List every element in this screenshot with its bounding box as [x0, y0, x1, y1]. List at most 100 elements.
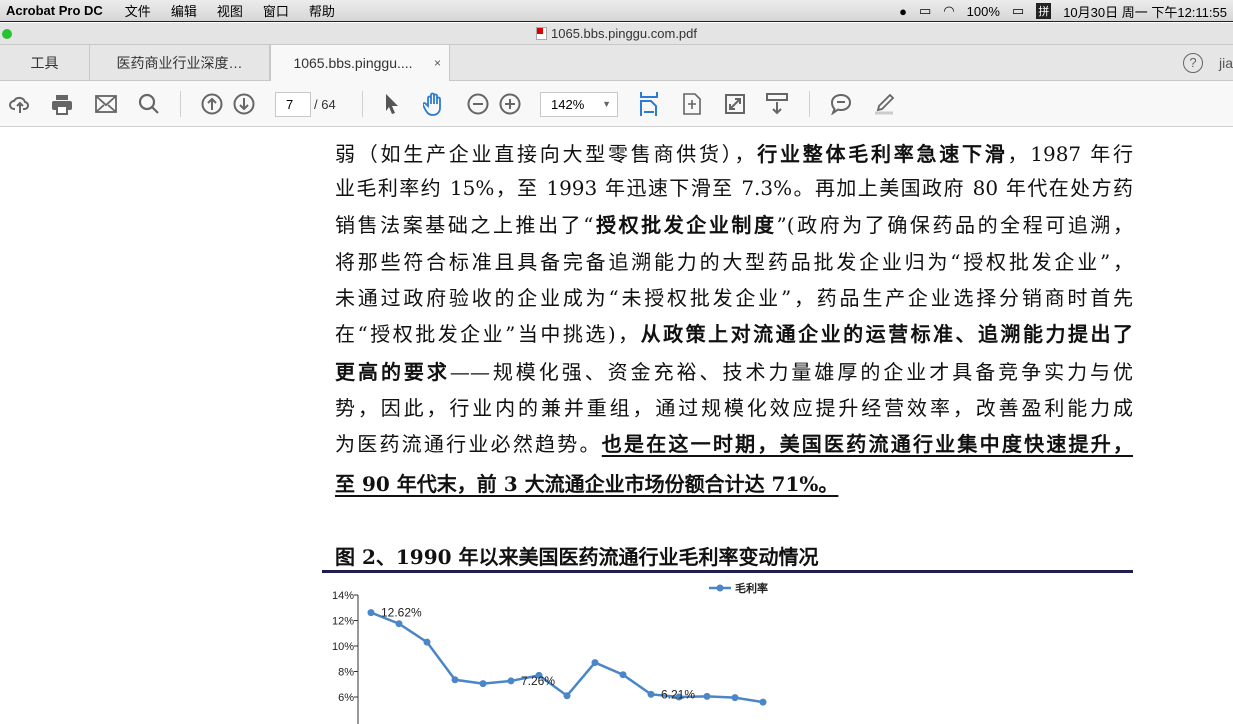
data-point — [367, 609, 375, 617]
menu-view[interactable]: 视图 — [207, 1, 253, 20]
bold-text: 行业整体毛利率急速下滑 — [757, 142, 1008, 166]
comment-icon[interactable] — [829, 92, 853, 116]
window-close-button[interactable] — [2, 29, 12, 39]
paragraph-line: 业毛利率约 15%，至 1993 年迅速下滑至 7.3%。再加上美国政府 80 … — [335, 173, 1133, 203]
tab-label: 1065.bbs.pinggu.... — [293, 55, 413, 71]
paragraph-line: 弱（如生产企业直接向大型零售商供货），行业整体毛利率急速下滑，1987 年行 — [335, 139, 1133, 169]
tab-bar: 工具 医药商业行业深度… 1065.bbs.pinggu.... × ? jia — [0, 45, 1233, 82]
text: ”(政府为了确保药品的全程可追溯， — [776, 213, 1134, 237]
data-point — [507, 677, 515, 685]
next-page-icon[interactable] — [232, 92, 256, 116]
search-icon[interactable] — [137, 92, 161, 116]
menu-file[interactable]: 文件 — [115, 1, 161, 20]
fit-page-icon[interactable] — [680, 92, 704, 116]
data-point — [451, 676, 459, 684]
paragraph-line: 在“授权批发企业”当中挑选)，从政策上对流通企业的运营标准、追溯能力提出了 — [335, 319, 1133, 349]
data-point — [395, 620, 403, 628]
select-cursor-icon[interactable] — [380, 92, 404, 116]
highlighter-icon[interactable] — [872, 92, 896, 116]
text: 为医药流通行业必然趋势。 — [335, 432, 602, 456]
menu-window[interactable]: 窗口 — [253, 1, 299, 20]
data-point — [563, 692, 571, 700]
fit-width-icon[interactable] — [637, 92, 661, 116]
zoom-out-icon[interactable] — [466, 92, 490, 116]
data-point — [591, 659, 599, 667]
paragraph-line: 将那些符合标准且具备完备追溯能力的大型药品批发企业归为“授权批发企业”， — [335, 247, 1133, 277]
text: 势，因此，行业内的兼并重组，通过规模化效应提升经营效率，改善盈利能力成 — [335, 396, 1133, 420]
text: 未通过政府验收的企业成为“未授权批发企业”，药品生产企业选择分销商时首先 — [335, 286, 1133, 310]
data-point — [759, 698, 767, 706]
app-menu[interactable]: Acrobat Pro DC — [0, 3, 115, 18]
figure-title: 图 2、1990 年以来美国医药流通行业毛利率变动情况 — [335, 545, 819, 569]
legend-label: 毛利率 — [735, 581, 768, 595]
zoom-in-icon[interactable] — [498, 92, 522, 116]
text: ，1987 年行 — [1007, 142, 1134, 166]
pdf-file-icon — [536, 27, 547, 40]
scroll-mode-icon[interactable] — [765, 92, 789, 116]
window-titlebar: 1065.bbs.pinggu.com.pdf — [0, 23, 1233, 45]
legend-marker — [716, 584, 724, 592]
data-label: 7.26% — [521, 674, 555, 688]
bold-text: 也是在这一时期，美国医药流通行业集中度快速提升， — [601, 432, 1134, 456]
chevron-down-icon: ▼ — [602, 99, 611, 109]
clock[interactable]: 10月30日 周一 下午12:11:55 — [1063, 2, 1227, 21]
y-tick-label: 12% — [332, 616, 354, 628]
text: 在“授权批发企业”当中挑选)， — [335, 322, 641, 346]
email-icon[interactable] — [94, 92, 118, 116]
y-tick-label: 6% — [338, 692, 354, 704]
bold-text: 更高的要求 — [335, 360, 450, 384]
previous-page-icon[interactable] — [200, 92, 224, 116]
paragraph-line: 销售法案基础之上推出了“授权批发企业制度”(政府为了确保药品的全程可追溯， — [335, 210, 1133, 240]
page-total: / 64 — [314, 97, 336, 112]
wifi-icon[interactable]: ◠ — [943, 3, 954, 19]
toolbar-divider — [362, 91, 363, 117]
battery-icon[interactable]: ▭ — [1012, 3, 1024, 19]
hand-tool-icon[interactable] — [422, 92, 446, 116]
toolbar-divider — [180, 91, 181, 117]
window-title: 1065.bbs.pinggu.com.pdf — [551, 26, 697, 41]
data-label: 6.21% — [661, 687, 695, 701]
menu-help[interactable]: 帮助 — [299, 1, 345, 20]
pdf-document-view[interactable]: 弱（如生产企业直接向大型零售商供货），行业整体毛利率急速下滑，1987 年行 业毛… — [0, 128, 1233, 724]
bold-text: 从政策上对流通企业的运营标准、追溯能力提出了 — [640, 322, 1134, 346]
print-icon[interactable] — [50, 92, 74, 116]
help-icon[interactable]: ? — [1183, 53, 1203, 73]
paragraph-line: 至 90 年代末，前 3 大流通企业市场份额合计达 71%。 — [335, 469, 1133, 499]
airplay-icon[interactable]: ▭ — [919, 3, 931, 19]
tab-document-1[interactable]: 医药商业行业深度… — [90, 45, 270, 81]
qq-icon[interactable]: ● — [899, 4, 907, 19]
data-point — [703, 692, 711, 700]
y-tick-label: 8% — [338, 667, 354, 679]
menu-edit[interactable]: 编辑 — [161, 1, 207, 20]
figure-title-rule — [322, 570, 1133, 573]
zoom-value: 142% — [551, 97, 585, 112]
data-point — [731, 694, 739, 702]
paragraph-line: 势，因此，行业内的兼并重组，通过规模化效应提升经营效率，改善盈利能力成 — [335, 393, 1133, 423]
text: 弱（如生产企业直接向大型零售商供货）， — [335, 142, 758, 166]
data-point — [479, 680, 487, 688]
bold-text: 授权批发企业制度 — [593, 213, 777, 237]
tab-tools[interactable]: 工具 — [0, 45, 90, 81]
y-tick-label: 14% — [332, 590, 354, 602]
paragraph-line: 未通过政府验收的企业成为“未授权批发企业”，药品生产企业选择分销商时首先 — [335, 283, 1133, 313]
bold-text: 至 90 年代末，前 3 大流通企业市场份额合计达 71%。 — [335, 472, 839, 496]
page-number-input[interactable]: 7 — [275, 92, 311, 117]
text: 将那些符合标准且具备完备追溯能力的大型药品批发企业归为“授权批发企业”， — [335, 250, 1133, 274]
data-point — [619, 671, 627, 679]
data-label: 12.62% — [381, 606, 422, 620]
zoom-level-select[interactable]: 142% ▼ — [540, 92, 618, 117]
full-screen-icon[interactable] — [723, 92, 747, 116]
user-account[interactable]: jia — [1219, 45, 1233, 81]
toolbar: 7 / 64 142% ▼ — [0, 81, 1233, 127]
data-point — [647, 690, 655, 698]
close-tab-icon[interactable]: × — [434, 45, 441, 81]
paragraph-line: 更高的要求——规模化强、资金充裕、技术力量雄厚的企业才具备竞争实力与优 — [335, 357, 1133, 387]
tab-document-2[interactable]: 1065.bbs.pinggu.... × — [270, 45, 450, 82]
paragraph-line: 为医药流通行业必然趋势。也是在这一时期，美国医药流通行业集中度快速提升， — [335, 429, 1133, 459]
y-tick-label: 10% — [332, 641, 354, 653]
toolbar-divider — [809, 91, 810, 117]
cloud-upload-icon[interactable] — [8, 92, 32, 116]
menu-bar: Acrobat Pro DC 文件 编辑 视图 窗口 帮助 ● ▭ ◠ 100%… — [0, 0, 1233, 22]
ime-indicator[interactable]: 拼 — [1036, 3, 1052, 19]
battery-percent: 100% — [966, 3, 1000, 19]
